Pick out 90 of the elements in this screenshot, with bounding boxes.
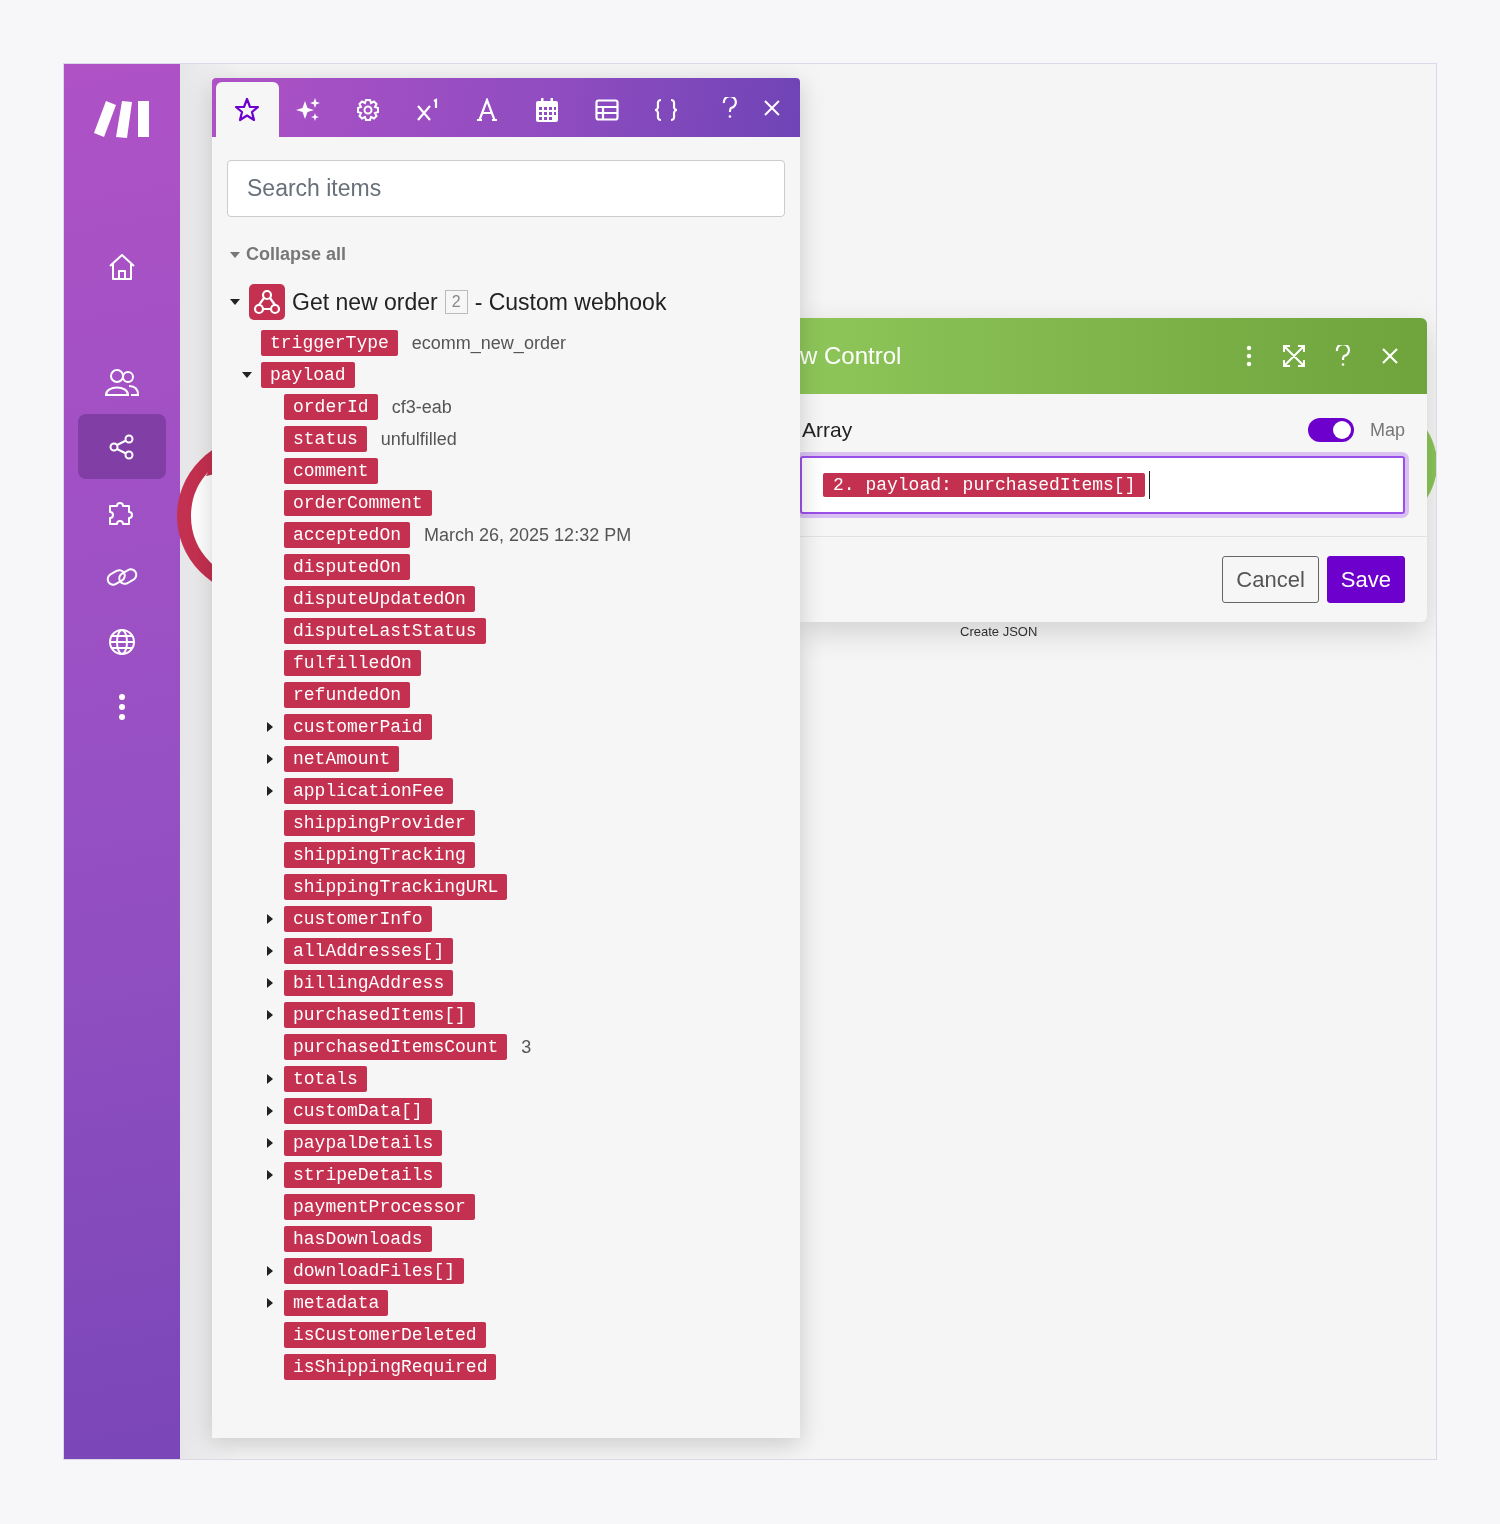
item-value: March 26, 2025 12:32 PM [424, 524, 632, 546]
caret-icon[interactable] [265, 1266, 275, 1276]
module-type: - Custom webhook [474, 288, 667, 316]
braces-icon [653, 97, 680, 122]
item-value: 3 [521, 1036, 532, 1058]
collapse-all-link[interactable]: Collapse all [230, 244, 347, 265]
settings-icon [356, 97, 381, 122]
users-icon [105, 366, 139, 397]
logo-icon[interactable] [94, 99, 150, 139]
item-tag[interactable]: downloadFiles[] [284, 1258, 465, 1284]
caret-icon[interactable] [265, 946, 275, 956]
caret-icon[interactable] [230, 297, 240, 307]
item-tag[interactable]: orderComment [284, 490, 432, 516]
item-tag[interactable]: payload [261, 362, 355, 388]
share-icon [108, 432, 136, 461]
module-name: Get new order [292, 288, 438, 316]
item-tag[interactable]: hasDownloads [284, 1226, 432, 1252]
search-field[interactable]: Search items [227, 160, 785, 217]
item-tag[interactable]: shippingTracking [284, 842, 475, 868]
module-number: 2 [444, 290, 468, 314]
home-icon [107, 251, 137, 282]
expand-icon[interactable] [1283, 345, 1305, 367]
close-icon[interactable] [1381, 347, 1399, 365]
globe-icon [107, 626, 137, 657]
module-label: Create JSON [960, 624, 1038, 639]
item-tag[interactable]: status [284, 426, 367, 452]
item-tag[interactable]: customerPaid [284, 714, 432, 740]
item-tag[interactable]: orderId [284, 394, 378, 420]
toolbar-tab[interactable] [216, 82, 279, 137]
help-icon[interactable] [1335, 345, 1351, 367]
item-tag[interactable]: customerInfo [284, 906, 432, 932]
caret-icon[interactable] [265, 1298, 275, 1308]
item-tag[interactable]: shippingProvider [284, 810, 475, 836]
item-tag[interactable]: disputedOn [284, 554, 411, 580]
item-tag[interactable]: fulfilledOn [284, 650, 421, 676]
item-tag[interactable]: applicationFee [284, 778, 454, 804]
caret-icon[interactable] [242, 370, 252, 380]
item-tag[interactable]: stripeDetails [284, 1162, 443, 1188]
table-icon [594, 98, 619, 121]
caret-icon[interactable] [265, 978, 275, 988]
caret-icon[interactable] [265, 1010, 275, 1020]
help-icon[interactable] [722, 96, 739, 119]
caret-icon[interactable] [265, 754, 275, 764]
caret-icon[interactable] [265, 1138, 275, 1148]
more-icon [117, 692, 127, 721]
save-button[interactable]: Save [1326, 556, 1405, 603]
item-value: ecomm_new_order [411, 332, 566, 354]
item-tag[interactable]: refundedOn [284, 682, 411, 708]
item-tag[interactable]: totals [284, 1066, 367, 1092]
sidebar-item[interactable] [78, 414, 166, 479]
star-icon [234, 96, 261, 123]
item-tag[interactable]: shippingTrackingURL [284, 874, 508, 900]
sparkles-icon [295, 96, 322, 123]
item-tag[interactable]: paymentProcessor [284, 1194, 475, 1220]
mapped-value-tag[interactable]: 2. payload: purchasedItems[] [823, 473, 1146, 497]
cancel-button[interactable]: Cancel [1222, 556, 1319, 603]
item-tag[interactable]: customData[] [284, 1098, 432, 1124]
item-tag[interactable]: allAddresses[] [284, 938, 454, 964]
item-tag[interactable]: purchasedItems[] [284, 1002, 475, 1028]
map-toggle[interactable] [1308, 418, 1354, 442]
superscript-icon [415, 97, 440, 122]
text-icon [476, 97, 499, 122]
item-tag[interactable]: paypalDetails [284, 1130, 443, 1156]
caret-icon[interactable] [265, 1074, 275, 1084]
item-tag[interactable]: isShippingRequired [284, 1354, 497, 1380]
item-tag[interactable]: isCustomerDeleted [284, 1322, 486, 1348]
caret-icon [230, 251, 240, 258]
item-value: unfulfilled [380, 428, 457, 450]
item-value: cf3-eab [391, 396, 452, 418]
item-tag[interactable]: netAmount [284, 746, 400, 772]
item-tag[interactable]: disputeLastStatus [284, 618, 486, 644]
caret-icon[interactable] [265, 1170, 275, 1180]
calendar-icon [536, 97, 559, 122]
caret-icon[interactable] [265, 1106, 275, 1116]
item-tag[interactable]: metadata [284, 1290, 389, 1316]
item-tag[interactable]: purchasedItemsCount [284, 1034, 508, 1060]
close-icon[interactable] [764, 99, 781, 116]
dialog-title: w Control [800, 342, 902, 370]
caret-icon[interactable] [265, 914, 275, 924]
more-icon[interactable] [1245, 345, 1253, 367]
caret-icon[interactable] [265, 786, 275, 796]
item-tag[interactable]: triggerType [261, 330, 398, 356]
item-tag[interactable]: billingAddress [284, 970, 454, 996]
webhook-icon [249, 284, 285, 320]
field-label: Array [801, 418, 853, 442]
toggle-label: Map [1370, 419, 1405, 441]
item-tag[interactable]: disputeUpdatedOn [284, 586, 475, 612]
caret-icon[interactable] [265, 722, 275, 732]
item-tag[interactable]: acceptedOn [284, 522, 411, 548]
item-tag[interactable]: comment [284, 458, 378, 484]
